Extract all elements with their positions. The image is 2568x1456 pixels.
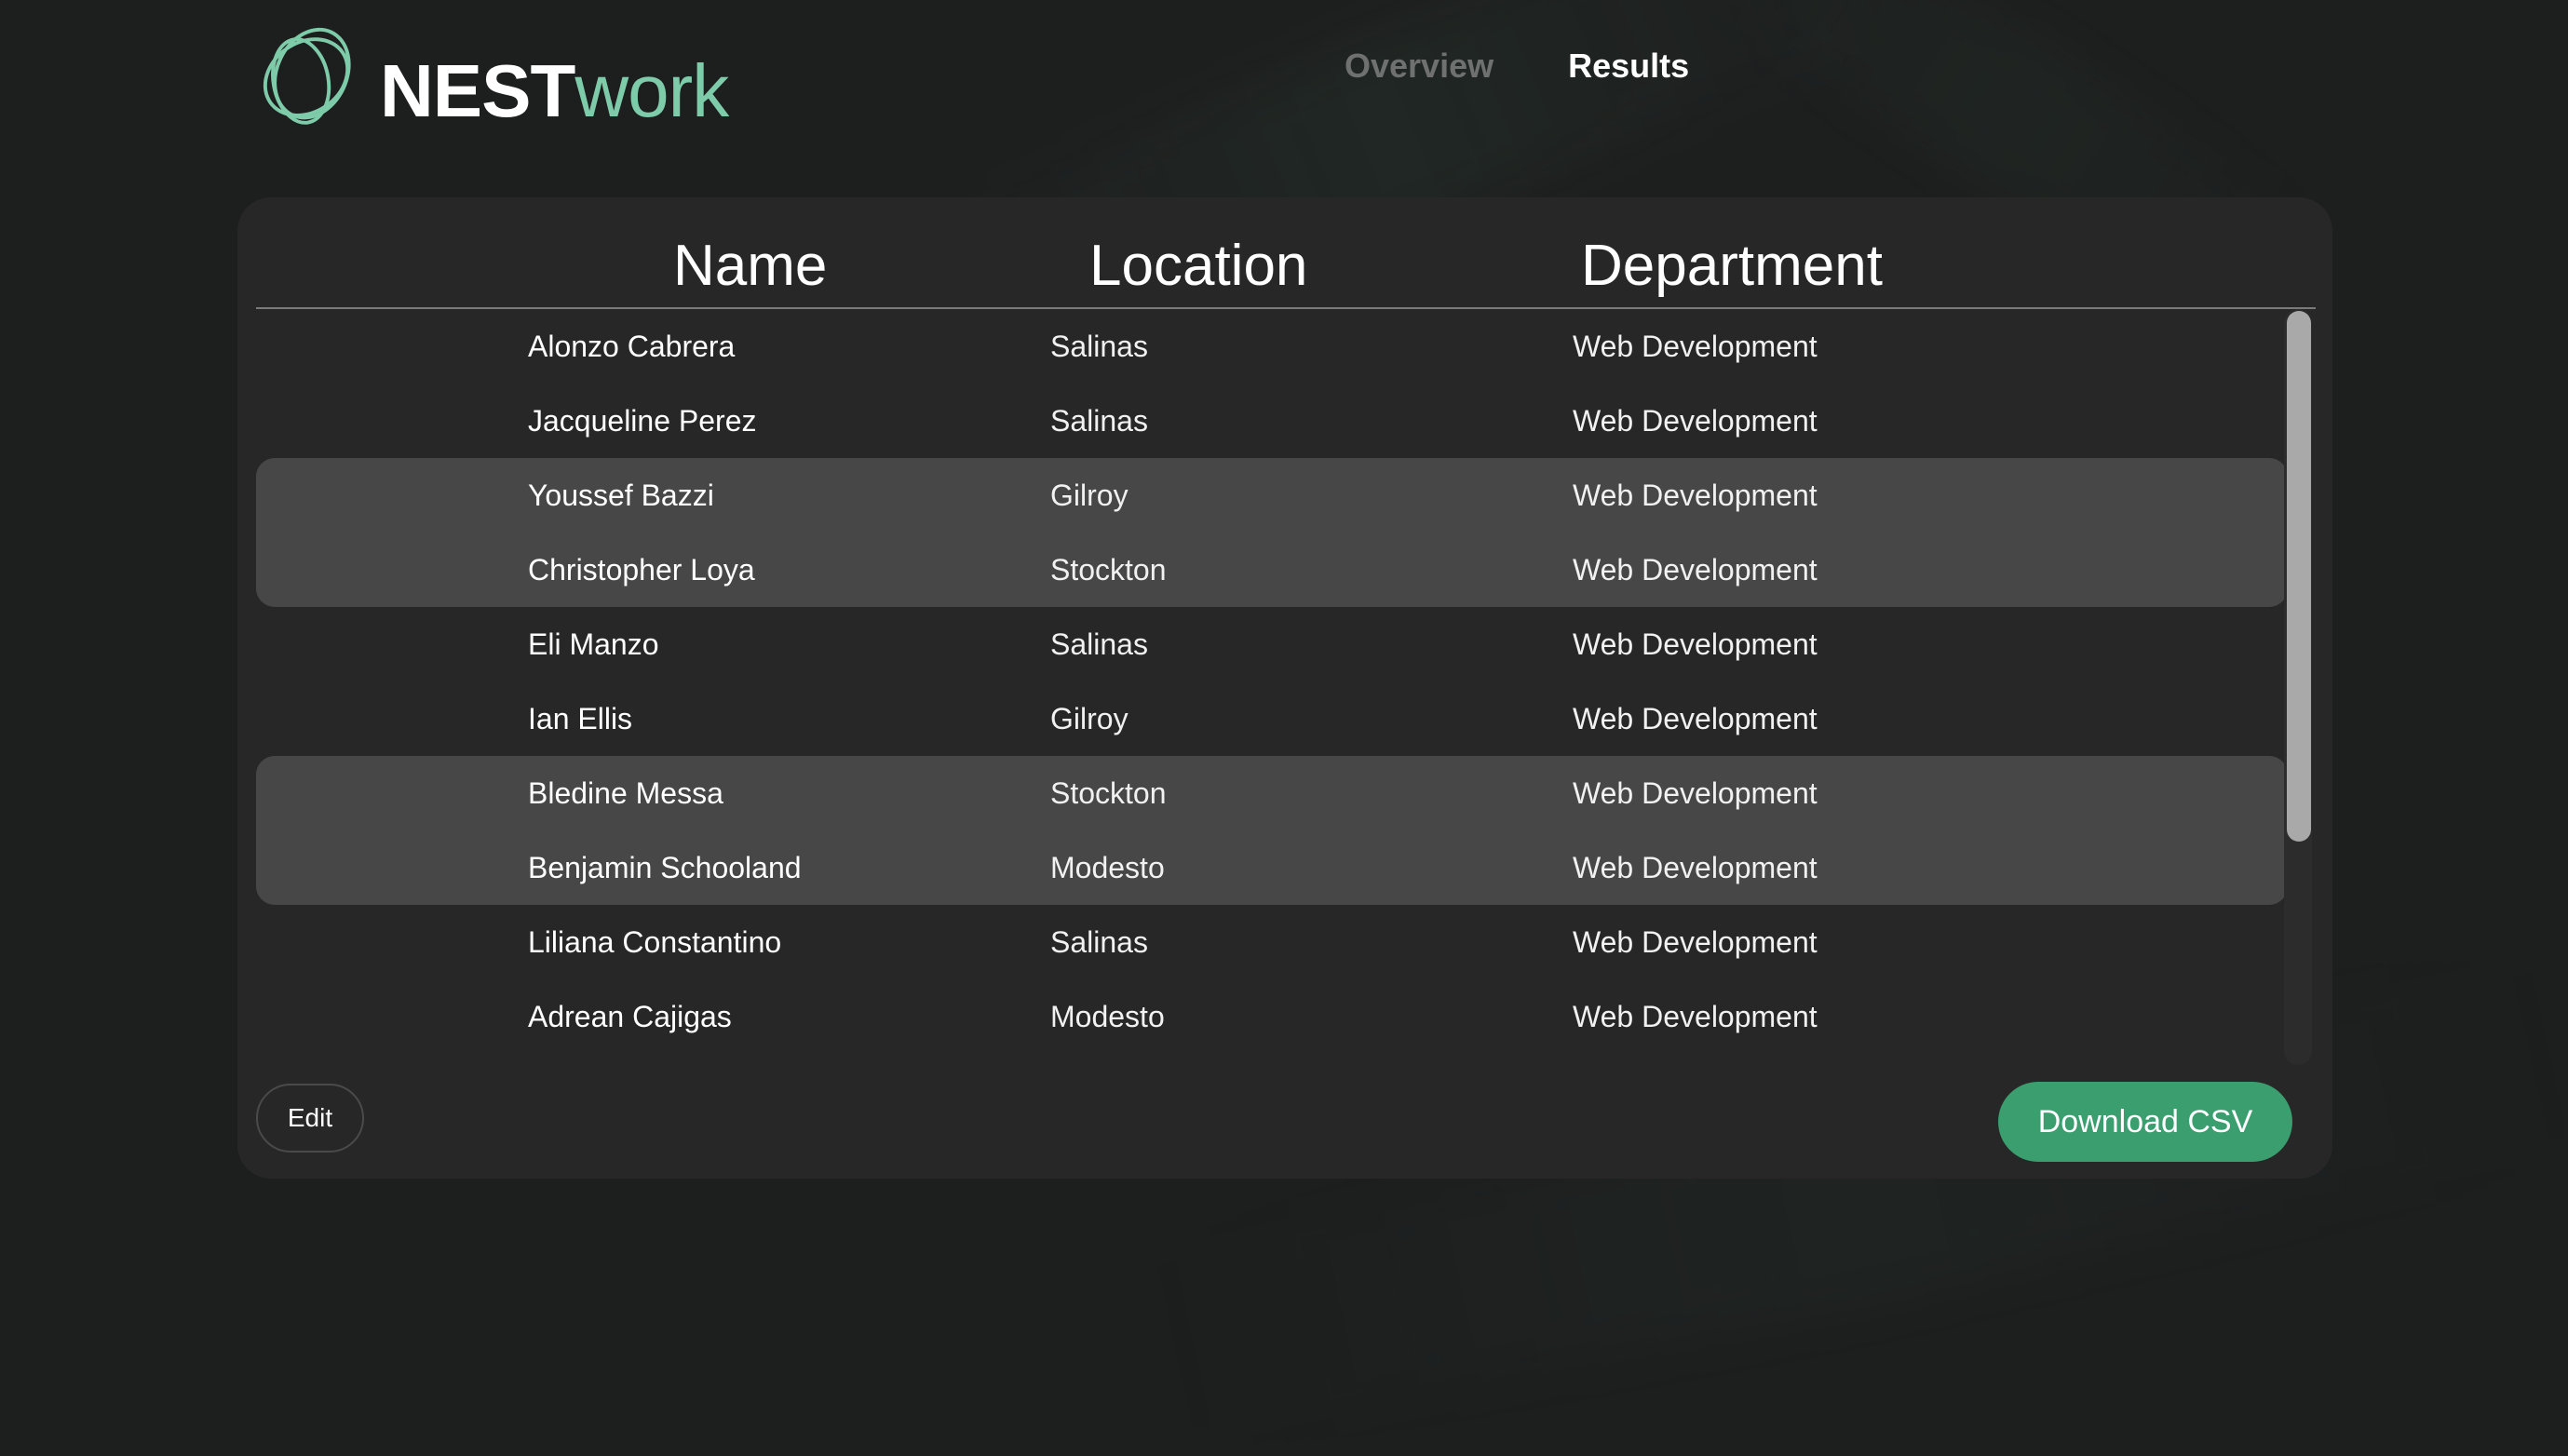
- table-header: Name Location Department: [256, 225, 2316, 309]
- top-nav: Overview Results: [1345, 47, 1689, 86]
- cell-name: Youssef Bazzi: [528, 479, 714, 512]
- brand-name-light: work: [574, 49, 729, 132]
- cell-department: Web Development: [1573, 851, 1818, 884]
- cell-name: Alonzo Cabrera: [528, 330, 736, 363]
- column-header-location[interactable]: Location: [1089, 233, 1307, 299]
- table-row[interactable]: Ian Ellis Gilroy Web Development: [256, 681, 2288, 756]
- cell-department: Web Development: [1573, 479, 1818, 512]
- cell-department: Web Development: [1573, 627, 1818, 661]
- table-row[interactable]: Christopher Loya Stockton Web Developmen…: [256, 533, 2288, 607]
- table-row[interactable]: Bledine Messa Stockton Web Development: [256, 756, 2288, 830]
- column-header-department[interactable]: Department: [1581, 233, 1883, 299]
- cell-location: Modesto: [1050, 1000, 1165, 1033]
- cell-name: Jacqueline Perez: [528, 404, 757, 438]
- cell-name: Adrean Cajigas: [528, 1000, 732, 1033]
- nav-overview[interactable]: Overview: [1345, 47, 1493, 86]
- cell-location: Salinas: [1050, 925, 1148, 959]
- results-card: Name Location Department Alonzo Cabrera …: [237, 197, 2332, 1179]
- nav-results[interactable]: Results: [1568, 47, 1689, 86]
- cell-name: Christopher Loya: [528, 553, 755, 586]
- table-row[interactable]: Eli Manzo Salinas Web Development: [256, 607, 2288, 681]
- table-row[interactable]: Alonzo Cabrera Salinas Web Development: [256, 309, 2288, 384]
- cell-department: Web Development: [1573, 330, 1818, 363]
- cell-department: Web Development: [1573, 776, 1818, 810]
- cell-name: Liliana Constantino: [528, 925, 782, 959]
- table-row[interactable]: Benjamin Schooland Modesto Web Developme…: [256, 830, 2288, 905]
- cell-location: Salinas: [1050, 330, 1148, 363]
- cell-name: Bledine Messa: [528, 776, 723, 810]
- cell-department: Web Development: [1573, 702, 1818, 735]
- table-body[interactable]: Alonzo Cabrera Salinas Web Development J…: [256, 309, 2288, 1071]
- cell-location: Stockton: [1050, 553, 1167, 586]
- scrollbar-thumb[interactable]: [2287, 311, 2311, 842]
- download-csv-button[interactable]: Download CSV: [1998, 1082, 2292, 1162]
- cell-name: Ian Ellis: [528, 702, 633, 735]
- cell-location: Gilroy: [1050, 702, 1129, 735]
- cell-department: Web Development: [1573, 553, 1818, 586]
- brand-name-bold: NEST: [380, 49, 575, 132]
- table-row[interactable]: Youssef Bazzi Gilroy Web Development: [256, 458, 2288, 533]
- cell-name: Eli Manzo: [528, 627, 659, 661]
- table-row[interactable]: Adrean Cajigas Modesto Web Development: [256, 979, 2288, 1054]
- cell-name: Benjamin Schooland: [528, 851, 802, 884]
- cell-location: Modesto: [1050, 851, 1165, 884]
- cell-department: Web Development: [1573, 925, 1818, 959]
- column-header-name[interactable]: Name: [673, 233, 827, 299]
- cell-location: Gilroy: [1050, 479, 1129, 512]
- brand-name: NESTwork: [380, 54, 729, 134]
- brand-logo[interactable]: NESTwork: [253, 13, 729, 134]
- cell-location: Stockton: [1050, 776, 1167, 810]
- nest-logo-icon: [263, 27, 351, 125]
- cell-location: Salinas: [1050, 404, 1148, 438]
- cell-department: Web Development: [1573, 1000, 1818, 1033]
- header: NESTwork Overview Results: [0, 0, 2568, 186]
- edit-button[interactable]: Edit: [256, 1084, 364, 1153]
- cell-department: Web Development: [1573, 404, 1818, 438]
- table-row[interactable]: Liliana Constantino Salinas Web Developm…: [256, 905, 2288, 979]
- cell-location: Salinas: [1050, 627, 1148, 661]
- table-row[interactable]: Jacqueline Perez Salinas Web Development: [256, 384, 2288, 458]
